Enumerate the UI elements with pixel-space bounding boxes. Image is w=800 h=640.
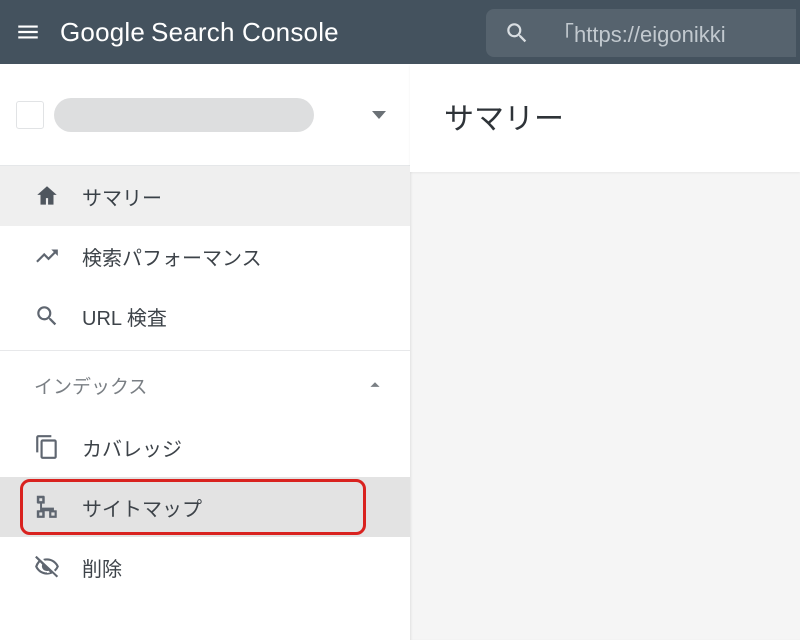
url-inspect-search[interactable]: 「https://eigonikki [486,9,796,57]
sidebar-item-label: 削除 [82,553,122,582]
sidebar-item-performance[interactable]: 検索パフォーマンス [0,226,410,286]
hamburger-icon [15,19,41,45]
search-input-text: 「https://eigonikki [552,17,726,49]
sidebar-item-label: URL 検査 [82,302,167,331]
property-favicon [16,101,44,129]
sidebar-item-coverage[interactable]: カバレッジ [0,417,410,477]
sidebar: サマリー 検索パフォーマンス URL 検査 インデックス カバレッジ サイトマッ… [0,64,410,640]
sidebar-divider [0,350,410,351]
home-icon [34,183,60,209]
logo-google: Google [60,17,145,48]
sidebar-item-label: サイトマップ [82,493,202,522]
page-title: サマリー [444,103,564,136]
sidebar-item-sitemaps[interactable]: サイトマップ [0,477,410,537]
menu-button[interactable] [0,0,56,64]
sidebar-item-removals[interactable]: 削除 [0,537,410,597]
page-title-card: サマリー [410,64,800,172]
sidebar-item-url-inspect[interactable]: URL 検査 [0,286,410,346]
sidebar-section-label: インデックス [34,372,147,399]
sidebar-item-summary[interactable]: サマリー [0,166,410,226]
chevron-up-icon [364,374,386,396]
sidebar-section-index[interactable]: インデックス [0,353,410,417]
sidebar-item-label: 検索パフォーマンス [82,242,262,271]
visibility-off-icon [34,554,60,580]
trending-up-icon [34,243,60,269]
sidebar-item-label: カバレッジ [82,433,182,462]
property-selector[interactable] [0,64,410,166]
search-icon [34,303,60,329]
logo-product: Search Console [151,17,339,48]
product-logo: Google Search Console [60,17,339,48]
dropdown-caret-icon [372,111,386,119]
sitemap-icon [34,494,60,520]
search-icon [504,20,530,46]
main-content: サマリー [410,64,800,640]
app-header: Google Search Console 「https://eigonikki [0,0,800,64]
property-name-redacted [54,98,314,132]
sidebar-item-label: サマリー [82,182,162,211]
copy-icon [34,434,60,460]
